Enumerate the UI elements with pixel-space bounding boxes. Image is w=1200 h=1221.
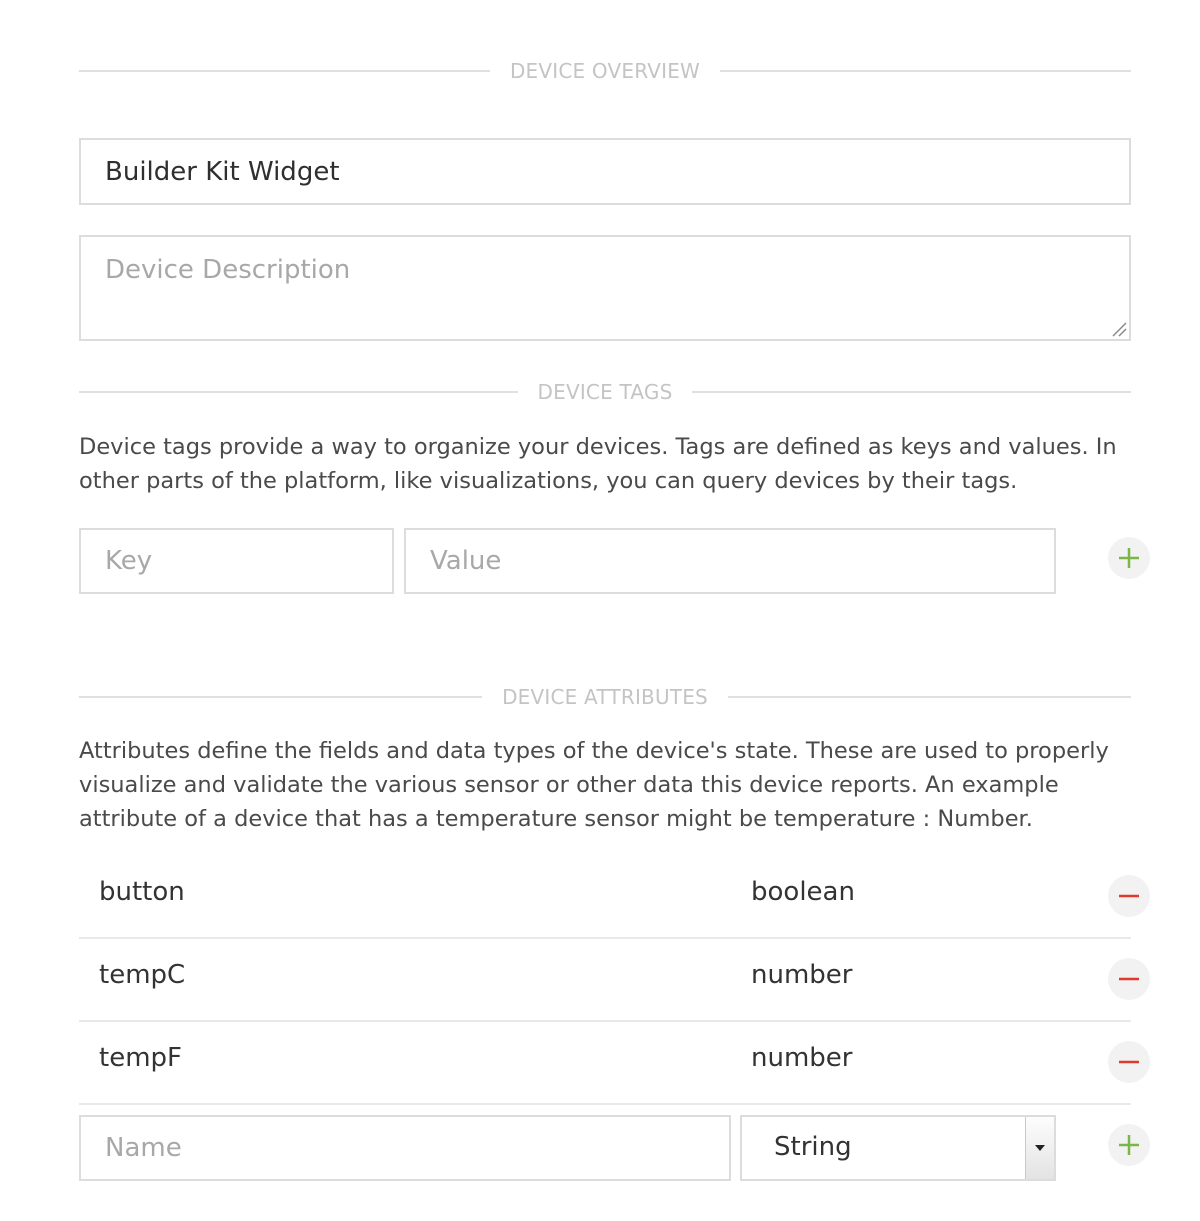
new-attribute-name-input[interactable] <box>79 1115 731 1181</box>
minus-icon <box>1119 1060 1139 1064</box>
remove-attribute-button[interactable] <box>1108 958 1150 1000</box>
section-title: DEVICE ATTRIBUTES <box>502 685 708 709</box>
divider <box>720 70 1131 72</box>
selected-type: String <box>774 1132 852 1162</box>
attribute-type: number <box>751 960 853 990</box>
device-name-input[interactable] <box>79 138 1131 205</box>
tag-key-input[interactable] <box>79 528 394 594</box>
add-tag-button[interactable] <box>1108 537 1150 579</box>
divider <box>79 696 483 698</box>
attributes-description: Attributes define the fields and data ty… <box>79 738 1109 832</box>
section-title: DEVICE TAGS <box>537 380 673 404</box>
resize-grip-icon[interactable] <box>1109 319 1127 337</box>
tag-value-input[interactable] <box>404 528 1056 594</box>
plus-icon <box>1119 548 1139 568</box>
attribute-name: tempF <box>99 1043 182 1073</box>
divider <box>79 391 518 393</box>
remove-attribute-button[interactable] <box>1108 875 1150 917</box>
plus-icon <box>1119 1135 1139 1155</box>
attribute-name: tempC <box>99 960 186 990</box>
device-attributes-header: DEVICE ATTRIBUTES <box>79 677 1132 717</box>
attribute-type: number <box>751 1043 853 1073</box>
section-title: DEVICE OVERVIEW <box>509 59 701 83</box>
attribute-type-select[interactable]: String <box>740 1115 1056 1181</box>
attribute-row: button boolean <box>79 857 1131 939</box>
device-overview-header: DEVICE OVERVIEW <box>79 51 1131 91</box>
attribute-row: tempF number <box>79 1023 1131 1105</box>
attribute-name: button <box>99 877 185 907</box>
divider <box>692 391 1131 393</box>
dropdown-arrow-icon[interactable] <box>1025 1117 1054 1179</box>
device-tags-header: DEVICE TAGS <box>79 372 1131 412</box>
divider <box>79 70 490 72</box>
minus-icon <box>1119 977 1139 981</box>
minus-icon <box>1119 894 1139 898</box>
remove-attribute-button[interactable] <box>1108 1041 1150 1083</box>
tags-description: Device tags provide a way to organize yo… <box>79 434 1117 494</box>
divider <box>727 696 1132 698</box>
attribute-row: tempC number <box>79 940 1131 1022</box>
attribute-type: boolean <box>751 877 855 907</box>
device-description-textarea[interactable] <box>79 235 1131 341</box>
add-attribute-button[interactable] <box>1108 1124 1150 1166</box>
